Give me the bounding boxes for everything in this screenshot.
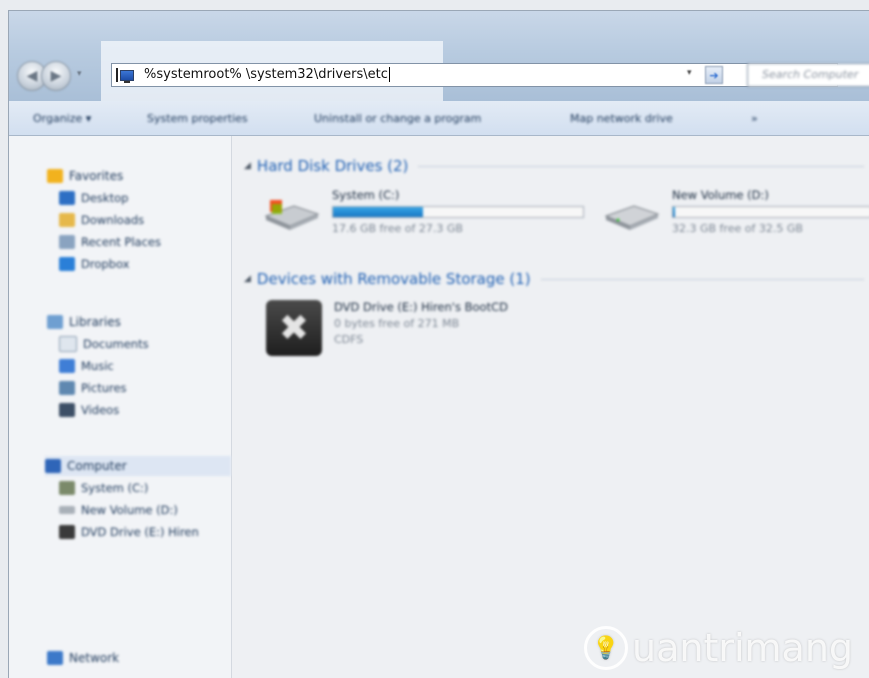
star-icon [47,169,63,183]
libraries-icon [47,315,63,329]
sidebar-item-pictures[interactable]: Pictures [59,378,127,398]
text-caret [388,67,390,82]
sidebar-item-label: Network [69,651,120,665]
downloads-icon [59,213,75,227]
videos-icon [59,403,75,417]
tools-icon: ✖ [266,300,322,356]
recent-pages-chevron-down-icon[interactable]: ▾ [77,69,82,79]
sidebar-item-label: DVD Drive (E:) Hiren [81,525,199,539]
sidebar-item-recent-places[interactable]: Recent Places [59,232,161,252]
sidebar-item-dvd-drive-e[interactable]: DVD Drive (E:) Hiren [59,522,199,542]
sidebar-item-documents[interactable]: Documents [59,334,149,354]
address-history-chevron-down-icon[interactable]: ▾ [687,68,701,82]
drive-new-volume-d[interactable]: New Volume (D:) 32.3 GB free of 32.5 GB [604,188,869,244]
dropbox-icon [59,257,75,271]
system-properties-button[interactable]: System properties [147,112,248,125]
sidebar-item-label: Recent Places [81,235,161,249]
documents-icon [59,336,77,352]
sidebar-item-label: Pictures [81,381,127,395]
sidebar-item-system-c[interactable]: System (C:) [59,478,148,498]
command-bar: Organize ▾ System properties Uninstall o… [9,101,869,136]
title-bar: ◀ ▶ ▾ %systemroot% \system32\drivers\etc… [9,11,869,109]
drive-usage-bar [672,206,869,218]
sidebar-item-favorites[interactable]: Favorites [47,166,123,186]
more-commands-button[interactable]: » [751,112,758,125]
sidebar-item-label: Videos [81,403,120,417]
drive-name: New Volume (D:) [672,188,769,202]
drive-name: DVD Drive (E:) Hiren's BootCD [334,300,508,314]
sidebar-item-label: Libraries [69,315,121,329]
sidebar-item-music[interactable]: Music [59,356,114,376]
drive-free-space: 0 bytes free of 271 MB [334,317,460,330]
map-network-drive-button[interactable]: Map network drive [570,112,673,125]
sidebar-item-label: Favorites [69,169,124,183]
sidebar-item-computer[interactable]: Computer [45,456,231,476]
drive-usage-fill [673,207,675,217]
sidebar-item-libraries[interactable]: Libraries [47,312,121,332]
watermark-text: uantrimang [632,626,854,670]
drive-system-c[interactable]: System (C:) 17.6 GB free of 27.3 GB [264,188,594,244]
section-divider [418,165,864,167]
sidebar-item-label: Dropbox [81,257,130,271]
sidebar-item-desktop[interactable]: Desktop [59,188,128,208]
uninstall-program-button[interactable]: Uninstall or change a program [314,112,481,125]
sidebar-item-label: Documents [83,337,149,351]
hard-drive-icon [604,205,660,230]
system-drive-icon [59,481,75,495]
computer-icon [116,67,138,83]
system-drive-icon [264,200,320,230]
explorer-window: ◀ ▶ ▾ %systemroot% \system32\drivers\etc… [8,10,869,678]
computer-icon [45,459,61,473]
section-divider [540,278,864,280]
section-title: Hard Disk Drives (2) [256,157,409,175]
navigation-pane: Favorites Desktop Downloads Recent Place… [9,136,232,678]
drive-free-space: 32.3 GB free of 32.5 GB [672,222,803,235]
forward-button[interactable]: ▶ [41,61,71,91]
removable-storage-header[interactable]: ◢ Devices with Removable Storage (1) [244,269,864,289]
section-title: Devices with Removable Storage (1) [256,270,531,288]
search-input[interactable]: Search Computer [747,63,869,87]
sidebar-item-label: Downloads [81,213,145,227]
sidebar-item-network[interactable]: Network [47,648,119,668]
hard-drive-icon [59,506,75,514]
address-path: %systemroot% \system32\drivers\etc [144,67,388,82]
sidebar-item-label: Desktop [81,191,129,205]
sidebar-item-new-volume-d[interactable]: New Volume (D:) [59,500,178,520]
dvd-drive-icon [59,525,75,539]
drive-usage-bar [332,206,584,218]
hard-disk-drives-header[interactable]: ◢ Hard Disk Drives (2) [244,156,864,176]
sidebar-item-downloads[interactable]: Downloads [59,210,144,230]
music-icon [59,359,75,373]
address-input[interactable]: %systemroot% \system32\drivers\etc [144,67,390,82]
drive-free-space: 17.6 GB free of 27.3 GB [332,222,463,235]
drive-filesystem: CDFS [334,333,364,346]
lightbulb-logo-icon: 💡 [584,626,628,670]
collapse-triangle-icon: ◢ [244,274,251,284]
address-bar[interactable]: %systemroot% \system32\drivers\etc ▾ ➔ [111,63,838,87]
desktop-icon [59,191,75,205]
pictures-icon [59,381,75,395]
watermark: 💡 uantrimang [584,623,853,673]
sidebar-item-dropbox[interactable]: Dropbox [59,254,129,274]
sidebar-item-label: System (C:) [81,481,149,495]
sidebar-item-videos[interactable]: Videos [59,400,119,420]
sidebar-item-label: Music [81,359,114,373]
recent-places-icon [59,235,75,249]
drive-usage-fill [333,207,423,217]
content-pane: ◢ Hard Disk Drives (2) System (C:) 17.6 … [232,136,869,678]
go-arrow-icon[interactable]: ➔ [705,66,723,84]
collapse-triangle-icon: ◢ [244,161,251,171]
drive-dvd-e[interactable]: ✖ DVD Drive (E:) Hiren's BootCD 0 bytes … [266,300,596,356]
sidebar-item-label: New Volume (D:) [81,503,178,517]
sidebar-item-label: Computer [67,459,127,473]
organize-menu[interactable]: Organize ▾ [33,112,91,125]
drive-name: System (C:) [332,188,400,202]
network-icon [47,651,63,665]
